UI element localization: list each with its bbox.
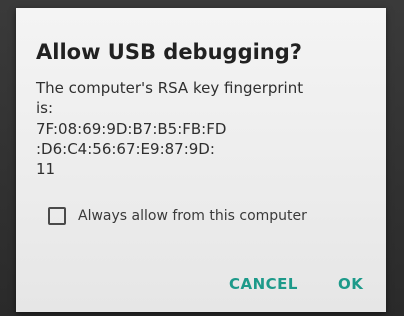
always-allow-option[interactable]: Always allow from this computer <box>48 204 307 228</box>
fingerprint-message-line: The computer's RSA key fingerprint <box>36 79 304 97</box>
fingerprint-value-line: 7F:08:69:9D:B7:B5:FB:FD <box>36 120 227 138</box>
fingerprint-value-line: 11 <box>36 160 56 178</box>
dialog-title: Allow USB debugging? <box>36 40 302 64</box>
ok-button[interactable]: OK <box>338 275 363 293</box>
fingerprint-message-line: is: <box>36 99 54 117</box>
always-allow-label[interactable]: Always allow from this computer <box>78 208 307 224</box>
cancel-button[interactable]: CANCEL <box>229 275 298 293</box>
always-allow-checkbox[interactable] <box>48 207 66 225</box>
usb-debugging-dialog: Allow USB debugging? The computer's RSA … <box>16 8 386 312</box>
device-screen: Allow USB debugging? The computer's RSA … <box>0 0 404 316</box>
fingerprint-value-line: :D6:C4:56:67:E9:87:9D: <box>36 140 215 158</box>
